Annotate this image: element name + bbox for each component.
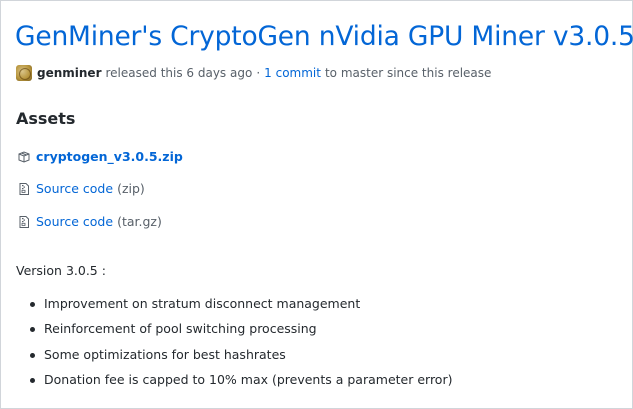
bullet-icon [30,352,35,358]
asset-ext: (zip) [117,181,145,196]
release-notes-list: Improvement on stratum disconnect manage… [16,295,452,396]
asset-name[interactable]: Source code [36,181,113,196]
release-title[interactable]: GenMiner's CryptoGen nVidia GPU Miner v3… [15,21,633,52]
version-line: Version 3.0.5 : [16,263,106,278]
author-name[interactable]: genminer [37,66,102,80]
author-avatar[interactable] [16,65,32,81]
package-icon [17,150,31,164]
note-text: Donation fee is capped to 10% max (preve… [44,371,453,387]
asset-source-zip-link[interactable]: Source code (zip) [17,181,145,196]
note-text: Improvement on stratum disconnect manage… [44,296,361,311]
release-meta: genminer released this 6 days ago · 1 co… [16,65,491,81]
released-text: released this 6 days ago [105,66,253,80]
commits-suffix: to master since this release [324,66,492,80]
assets-heading: Assets [16,109,76,128]
note-text: Some optimizations for best hashrates [44,346,286,362]
bullet-icon [30,377,35,383]
asset-source-targz-link[interactable]: Source code (tar.gz) [17,214,162,229]
asset-ext: (tar.gz) [117,214,162,229]
list-item: Reinforcement of pool switching processi… [16,320,452,345]
file-zip-icon [17,215,31,229]
bullet-icon [30,302,35,307]
file-zip-icon [17,182,31,196]
commits-link[interactable]: 1 commit [264,66,321,80]
bullet-icon [30,327,35,333]
list-item: Some optimizations for best hashrates [16,346,452,371]
list-item: Donation fee is capped to 10% max (preve… [16,371,452,396]
asset-name[interactable]: Source code [36,214,113,229]
note-text: Reinforcement of pool switching processi… [44,321,317,337]
list-item: Improvement on stratum disconnect manage… [16,295,452,320]
asset-zip-link[interactable]: cryptogen_v3.0.5.zip [17,149,183,164]
release-panel: GenMiner's CryptoGen nVidia GPU Miner v3… [0,0,633,409]
asset-name[interactable]: cryptogen_v3.0.5.zip [36,149,183,164]
meta-separator: · [256,66,261,80]
